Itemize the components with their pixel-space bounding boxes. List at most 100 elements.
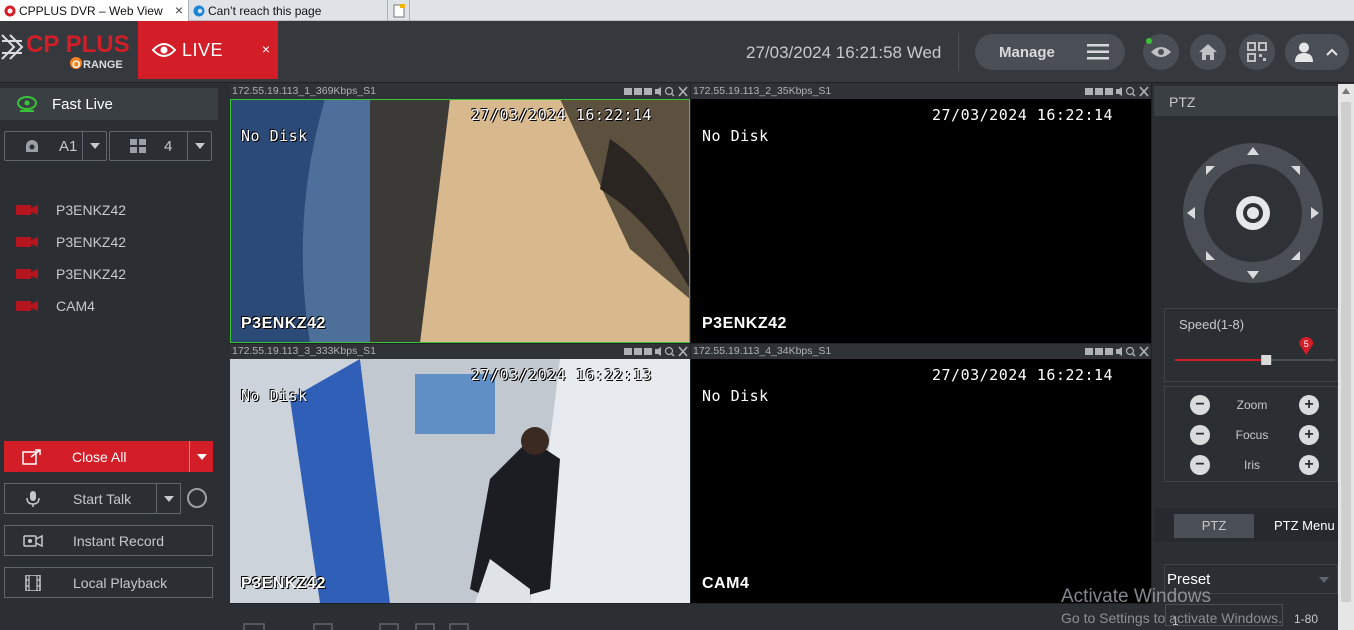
channel-select-value: A1: [59, 137, 78, 155]
external-window-icon: [22, 448, 41, 465]
header-divider: [958, 33, 959, 71]
windows-activation-hint: Go to Settings to activate Windows.: [1061, 610, 1282, 626]
osd-camera-name: CAM4: [702, 575, 750, 592]
no-disk-label: No Disk: [241, 127, 308, 145]
ptz-direction-pad[interactable]: [1182, 142, 1324, 284]
chevron-down-icon[interactable]: [156, 484, 180, 513]
camera-dome-icon: [26, 140, 38, 152]
live-tab-close-icon[interactable]: ×: [262, 41, 270, 57]
live-tab[interactable]: LIVE ×: [138, 21, 278, 79]
online-status-dot: [1146, 38, 1152, 44]
talk-status-indicator[interactable]: [187, 488, 207, 508]
stream-info: 172.55.19.113_2_35Kbps_S1: [693, 85, 832, 97]
video-record-icon: [23, 534, 43, 548]
tile-title-bar: 172.55.19.113_2_35Kbps_S1: [691, 84, 1151, 99]
new-tab-icon: [393, 3, 405, 17]
video-tile-1[interactable]: 172.55.19.113_1_369Kbps_S1 No Disk 27/03…: [230, 84, 690, 343]
svg-text:CP PLUS: CP PLUS: [26, 31, 130, 58]
video-tile-2[interactable]: 172.55.19.113_2_35Kbps_S1 No Disk 27/03/…: [691, 84, 1151, 343]
fast-live-header[interactable]: Fast Live: [0, 88, 218, 120]
cpplus-favicon-icon: [4, 5, 16, 16]
local-playback-label: Local Playback: [73, 575, 168, 591]
camera-list-item[interactable]: P3ENKZ42: [16, 232, 126, 252]
chevron-down-icon[interactable]: [82, 132, 106, 160]
speed-control: Speed(1-8) 5: [1164, 308, 1338, 382]
preset-range: 1-80: [1294, 612, 1319, 626]
tab-ptz-menu[interactable]: PTZ Menu: [1274, 514, 1338, 538]
tile-controls[interactable]: [624, 346, 688, 357]
chevron-down-icon: [1319, 577, 1329, 583]
manage-button[interactable]: Manage: [975, 34, 1125, 70]
iris-open-button[interactable]: +: [1299, 455, 1319, 475]
camera-list-item[interactable]: P3ENKZ42: [16, 264, 126, 284]
speed-slider[interactable]: 5: [1175, 337, 1335, 367]
tile-controls[interactable]: [1085, 86, 1149, 97]
qr-code-button[interactable]: [1239, 34, 1275, 70]
live-view-icon: [17, 96, 37, 112]
eye-icon: [1151, 47, 1171, 57]
zoom-focus-iris-controls: − Zoom + − Focus + − Iris +: [1164, 386, 1338, 482]
preview-button[interactable]: [1143, 34, 1179, 70]
channel-select[interactable]: A1: [4, 131, 107, 161]
osd-timestamp: 27/03/2024 16:22:14: [932, 106, 1114, 124]
osd-camera-name: P3ENKZ42: [241, 575, 326, 592]
video-tile-3[interactable]: 172.55.19.113_3_333Kbps_S1 No Disk 27/03…: [230, 344, 690, 603]
camera-name: CAM4: [56, 298, 95, 314]
iris-row: − Iris +: [1165, 453, 1339, 477]
tile-controls[interactable]: [1085, 346, 1149, 357]
windows-activation-watermark: Activate Windows: [1061, 586, 1211, 607]
chevron-down-icon[interactable]: [187, 132, 211, 160]
video-tile-4[interactable]: 172.55.19.113_4_34Kbps_S1 No Disk 27/03/…: [691, 344, 1151, 603]
layout-select-value: 4: [164, 137, 173, 155]
fast-live-label: Fast Live: [52, 95, 113, 113]
start-talk-label: Start Talk: [73, 491, 132, 507]
close-all-button[interactable]: Close All: [4, 441, 213, 472]
browser-tab-error[interactable]: Can’t reach this page: [189, 0, 388, 21]
video-feed-4[interactable]: No Disk 27/03/2024 16:22:14 CAM4: [691, 359, 1151, 603]
camera-name: P3ENKZ42: [56, 202, 127, 218]
zoom-in-button[interactable]: +: [1299, 395, 1319, 415]
home-icon: [1199, 44, 1217, 60]
camera-icon: [16, 269, 38, 279]
stream-info: 172.55.19.113_3_333Kbps_S1: [232, 345, 377, 357]
focus-row: − Focus +: [1165, 423, 1339, 447]
tab-ptz[interactable]: PTZ: [1174, 514, 1254, 538]
svg-text:RANGE: RANGE: [83, 59, 123, 71]
edge-favicon-icon: [193, 5, 205, 16]
tile-title-bar: 172.55.19.113_1_369Kbps_S1: [230, 84, 690, 99]
user-menu-button[interactable]: [1285, 34, 1349, 70]
scrollbar-thumb[interactable]: [1341, 102, 1351, 602]
panel-scrollbar[interactable]: [1338, 84, 1354, 630]
video-feed-1[interactable]: No Disk 27/03/2024 16:22:14 P3ENKZ42: [230, 99, 690, 343]
microphone-icon: [26, 491, 40, 507]
camera-icon: [16, 205, 38, 215]
slider-fill: [1175, 359, 1267, 361]
browser-tab-dvr[interactable]: CPPLUS DVR – Web View ×: [0, 0, 189, 21]
speed-value: 5: [1304, 339, 1309, 349]
camera-list-item[interactable]: P3ENKZ42: [16, 200, 126, 220]
osd-timestamp: 27/03/2024 16:22:14: [932, 366, 1114, 384]
hamburger-menu-icon: [1087, 44, 1109, 60]
scroll-up-icon[interactable]: [1342, 88, 1350, 94]
cpplus-logo: CP PLUS O RANGE: [1, 31, 130, 71]
local-playback-button[interactable]: Local Playback: [4, 567, 213, 598]
film-strip-icon: [25, 575, 41, 591]
osd-timestamp: 27/03/2024 16:22:13: [471, 366, 653, 384]
svg-text:O: O: [72, 59, 81, 71]
video-feed-2[interactable]: No Disk 27/03/2024 16:22:14 P3ENKZ42: [691, 99, 1151, 343]
instant-record-button[interactable]: Instant Record: [4, 525, 213, 556]
new-tab-button[interactable]: [388, 0, 410, 21]
ptz-panel-title: PTZ: [1154, 86, 1338, 116]
start-talk-button[interactable]: Start Talk: [4, 483, 181, 514]
home-button[interactable]: [1190, 34, 1226, 70]
grid-toolbar-icons[interactable]: [230, 604, 470, 630]
osd-camera-name: P3ENKZ42: [702, 315, 787, 332]
camera-list-item[interactable]: CAM4: [16, 296, 95, 316]
instant-record-label: Instant Record: [73, 533, 165, 549]
focus-far-button[interactable]: +: [1299, 425, 1319, 445]
tile-controls[interactable]: [624, 86, 688, 97]
video-feed-3[interactable]: No Disk 27/03/2024 16:22:13 P3ENKZ42: [230, 359, 690, 603]
layout-select[interactable]: 4: [109, 131, 212, 161]
chevron-down-icon[interactable]: [189, 441, 213, 472]
tab-close-icon[interactable]: ×: [175, 2, 183, 18]
